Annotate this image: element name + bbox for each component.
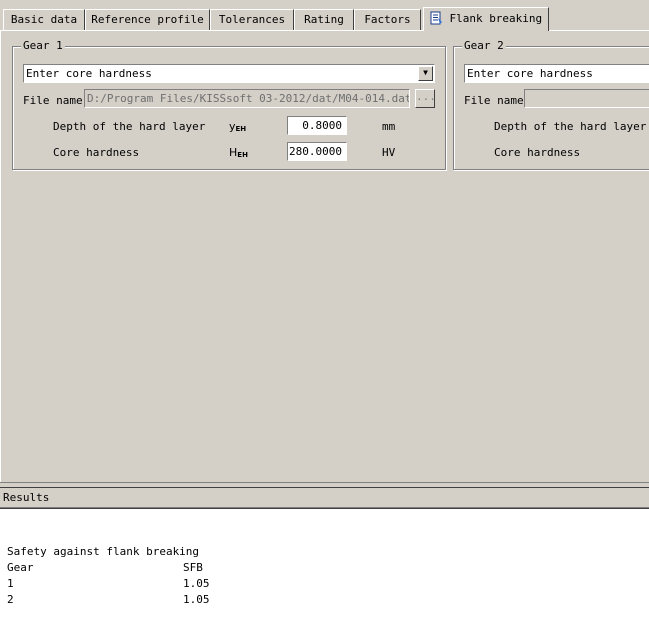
results-header: Results: [0, 489, 649, 508]
gear2-file-path: [524, 89, 649, 108]
results-pane: Safety against flank breaking Gear SFB 1…: [0, 508, 649, 618]
tab-label: Rating: [304, 13, 344, 26]
results-title: Safety against flank breaking: [7, 545, 200, 558]
tab-rating[interactable]: Rating: [294, 9, 354, 30]
tab-label: Basic data: [10, 13, 78, 26]
table-row-sfb: 1.05: [183, 577, 210, 590]
gear1-depth-value: 0.8000: [302, 119, 342, 132]
gear2-title: Gear 2: [462, 39, 506, 52]
gear1-mode-value: Enter core hardness: [26, 67, 152, 80]
table-row-sfb: 1.05: [183, 593, 210, 606]
splitter-handle[interactable]: [0, 482, 649, 488]
tab-label: Reference profile: [91, 13, 204, 26]
results-col-sfb: SFB: [183, 561, 203, 574]
gear1-core-symbol: HEH: [229, 146, 248, 159]
gear1-mode-select[interactable]: Enter core hardness ▼: [23, 64, 435, 83]
gear1-core-input[interactable]: 280.0000: [287, 142, 347, 161]
gear1-browse-button[interactable]: ...: [415, 89, 436, 108]
symbol-sub: EH: [235, 125, 247, 133]
gear2-mode-select[interactable]: Enter core hardness: [464, 64, 649, 83]
tab-reference-profile[interactable]: Reference profile: [85, 9, 210, 30]
gear2-depth-label: Depth of the hard layer: [494, 120, 647, 133]
tab-tolerances[interactable]: Tolerances: [210, 9, 294, 30]
table-row-gear: 1: [7, 577, 14, 590]
gear1-core-value: 280.0000: [289, 145, 342, 158]
gear1-file-path-text: D:/Program Files/KISSsoft 03-2012/dat/M0…: [87, 92, 410, 105]
tab-flank-breaking[interactable]: Flank breaking: [423, 7, 549, 31]
tab-factors[interactable]: Factors: [354, 9, 421, 30]
table-row-gear: 2: [7, 593, 14, 606]
tab-label: Flank breaking: [449, 12, 543, 25]
gear1-depth-symbol: yEH: [229, 120, 246, 133]
document-icon: [430, 11, 443, 25]
tab-basic-data[interactable]: Basic data: [3, 9, 85, 30]
gear1-depth-input[interactable]: 0.8000: [287, 116, 347, 135]
tab-label: Tolerances: [218, 13, 286, 26]
gear1-file-label: File name: [23, 94, 83, 107]
gear1-depth-label: Depth of the hard layer: [53, 120, 206, 133]
gear2-file-label: File name: [464, 94, 524, 107]
chevron-down-icon[interactable]: ▼: [418, 66, 433, 81]
browse-label: ...: [416, 90, 436, 103]
results-col-gear: Gear: [7, 561, 34, 574]
tab-strip-border: [0, 30, 649, 31]
results-header-text: Results: [3, 491, 50, 504]
tab-label: Factors: [364, 13, 411, 26]
gear1-title: Gear 1: [21, 39, 65, 52]
gear1-file-path: D:/Program Files/KISSsoft 03-2012/dat/M0…: [84, 89, 410, 108]
gear2-core-label: Core hardness: [494, 146, 581, 159]
gear1-core-unit: HV: [382, 146, 396, 159]
gear1-depth-unit: mm: [382, 120, 396, 133]
symbol-sub: EH: [237, 151, 248, 159]
panel-border: [0, 30, 1, 482]
gear1-core-label: Core hardness: [53, 146, 140, 159]
gear2-mode-value: Enter core hardness: [467, 67, 593, 80]
